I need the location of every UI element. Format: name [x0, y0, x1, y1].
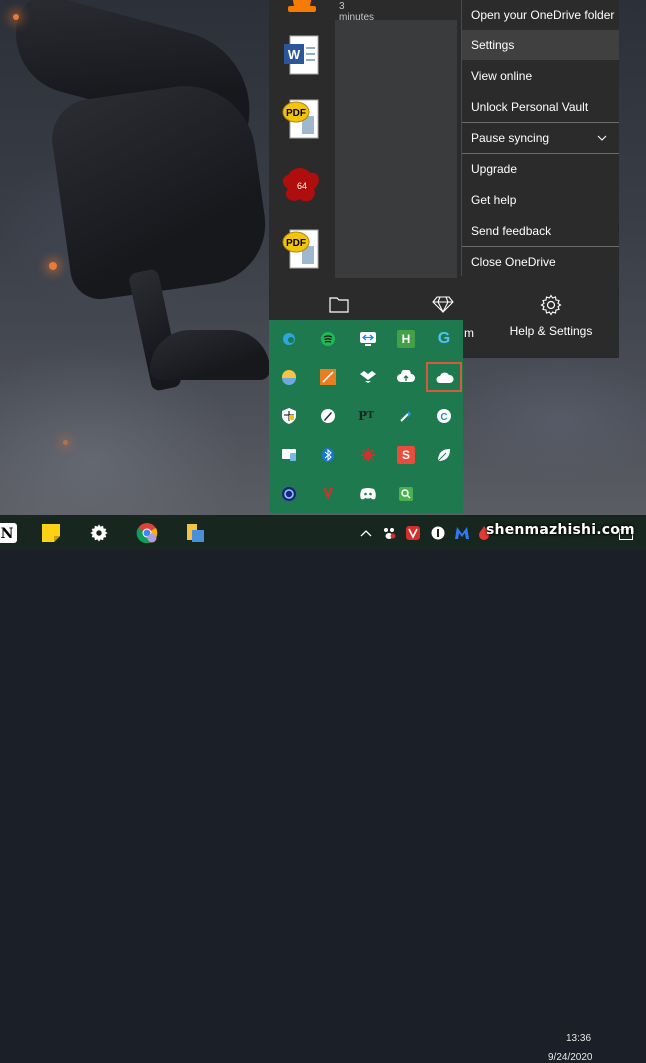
qbittorrent-icon[interactable] [397, 407, 415, 425]
edge-icon[interactable] [280, 330, 298, 348]
info-app-icon[interactable] [430, 525, 446, 541]
bluetooth-icon[interactable] [319, 446, 337, 464]
c-app-icon[interactable]: C [435, 407, 453, 425]
help-settings-button[interactable]: Help & Settings [501, 294, 601, 344]
show-hidden-icons-chevron-icon[interactable] [358, 525, 374, 541]
wallpaper-boot-shaft [47, 77, 273, 303]
monitor-icon[interactable] [280, 446, 298, 464]
notion-letter: N [1, 526, 14, 542]
weather-icon[interactable] [280, 368, 298, 386]
chevron-down-icon [597, 135, 607, 141]
splatter-app-icon[interactable]: 64 [280, 163, 324, 209]
malwarebytes-icon[interactable] [454, 525, 470, 541]
onedrive-icon-highlight [426, 362, 462, 392]
paw-app-icon[interactable] [381, 525, 397, 541]
wallpaper-foot [150, 330, 270, 380]
onedrive-context-menu: Open your OneDrive folder Settings View … [461, 0, 619, 276]
pdf-file-icon-2[interactable]: PDF [280, 226, 324, 272]
orange-app-icon[interactable] [319, 368, 337, 386]
menu-pause-syncing[interactable]: Pause syncing [462, 123, 619, 153]
gear-icon [540, 294, 562, 316]
recent-files-list [335, 20, 457, 278]
vivaldi-tray-icon[interactable] [405, 525, 421, 541]
help-settings-label: Help & Settings [509, 324, 593, 338]
teamviewer-icon[interactable] [359, 330, 377, 348]
menu-send-feedback[interactable]: Send feedback [462, 216, 619, 246]
dropbox-icon[interactable] [359, 368, 377, 386]
recent-files-column: W PDF 64 PDF 3 minutes ago [269, 0, 374, 278]
spotify-icon[interactable] [319, 330, 337, 348]
wallpaper-light-2 [13, 14, 19, 20]
premium-button[interactable] [431, 295, 455, 315]
pt-icon[interactable]: PT [357, 407, 375, 425]
h-app-icon[interactable]: H [397, 330, 415, 348]
wallpaper-light-1 [49, 262, 57, 270]
cloud-upload-icon[interactable] [397, 368, 415, 386]
svg-text:C: C [440, 412, 447, 423]
s-app-icon[interactable]: S [397, 446, 415, 464]
partial-button-label: m [464, 326, 474, 340]
search-app-icon[interactable] [397, 485, 415, 503]
notion-icon[interactable]: N [0, 522, 18, 544]
diamond-icon [432, 296, 454, 314]
vlc-file-icon[interactable] [280, 0, 324, 32]
pause-syncing-label: Pause syncing [471, 131, 550, 145]
pdf-file-icon[interactable]: PDF [280, 96, 324, 142]
red-app-icon[interactable] [359, 446, 377, 464]
svg-text:PDF: PDF [286, 238, 306, 249]
file-explorer-icon[interactable] [184, 522, 206, 544]
menu-upgrade[interactable]: Upgrade [462, 154, 619, 184]
folder-icon [329, 297, 349, 313]
circle-app-icon[interactable] [280, 485, 298, 503]
clock-date[interactable]: 9/24/2020 [548, 1052, 593, 1063]
leaf-icon[interactable] [435, 446, 453, 464]
sticky-notes-icon[interactable] [40, 522, 62, 544]
menu-close-onedrive[interactable]: Close OneDrive [462, 247, 619, 277]
security-icon[interactable] [280, 407, 298, 425]
pen-icon[interactable] [319, 407, 337, 425]
settings-gear-icon[interactable] [88, 522, 110, 544]
menu-unlock-personal-vault[interactable]: Unlock Personal Vault [462, 92, 619, 122]
discord-icon[interactable] [359, 485, 377, 503]
vivaldi-icon[interactable] [319, 485, 337, 503]
svg-text:W: W [288, 47, 301, 62]
menu-settings[interactable]: Settings [462, 30, 619, 60]
tray-overflow-flyout: H G PT C S [269, 320, 463, 513]
open-folder-button[interactable] [327, 296, 351, 316]
menu-get-help[interactable]: Get help [462, 185, 619, 215]
word-file-icon[interactable]: W [280, 34, 324, 80]
svg-text:PDF: PDF [286, 108, 306, 119]
splatter-badge-number: 64 [297, 181, 307, 191]
chrome-icon[interactable] [136, 522, 158, 544]
g-app-icon[interactable]: G [435, 330, 453, 348]
menu-open-onedrive-folder[interactable]: Open your OneDrive folder [462, 0, 619, 30]
menu-view-online[interactable]: View online [462, 61, 619, 91]
wallpaper-light-4 [63, 440, 68, 445]
watermark-text: shenmazhishi.com [486, 522, 635, 538]
clock-time[interactable]: 13:36 [566, 1033, 591, 1044]
